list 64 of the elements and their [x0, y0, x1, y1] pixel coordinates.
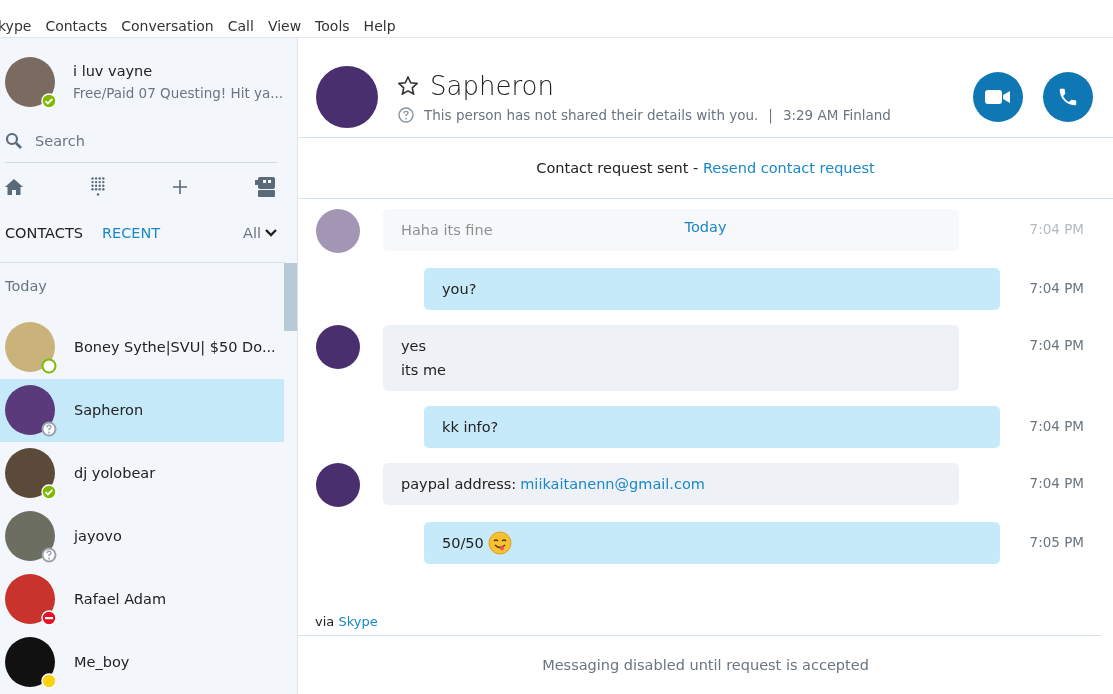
avatar: [5, 322, 55, 372]
local-time: 3:29 AM Finland: [782, 106, 891, 123]
message-bubble: you?: [424, 268, 1000, 310]
avatar: [5, 385, 55, 435]
message-bubble: 50/50: [424, 522, 1000, 564]
contact-item[interactable]: Boney Sythe|SVU| $50 Do...: [0, 316, 284, 379]
separator: |: [768, 106, 773, 123]
date-divider: Today: [684, 219, 727, 235]
message-bubble: yes its me: [383, 325, 959, 391]
avatar: [5, 574, 55, 624]
profile-name: i luv vayne: [73, 63, 154, 80]
plus-icon[interactable]: [173, 180, 187, 195]
call-button[interactable]: [1043, 71, 1093, 122]
message-time: 7:04 PM: [1029, 417, 1085, 434]
message-time: 7:04 PM: [1029, 474, 1085, 491]
messaging-disabled-notice: Messaging disabled until request is accepted: [542, 657, 869, 673]
message-time: 7:04 PM: [1029, 336, 1085, 353]
avatar: [5, 448, 55, 498]
menu-item[interactable]: Help: [363, 18, 396, 34]
question-icon: [398, 106, 414, 123]
video-camera-icon: [985, 88, 1011, 105]
message-bubble: kk info?: [424, 406, 1000, 448]
contact-item[interactable]: Sapheron: [0, 379, 284, 442]
avatar: [316, 463, 360, 507]
avatar: [5, 637, 55, 687]
search-icon: [5, 132, 23, 151]
tab[interactable]: CONTACTS: [5, 225, 83, 242]
skype-link[interactable]: Skype: [338, 614, 378, 629]
star-icon[interactable]: [398, 76, 418, 95]
menu-item[interactable]: Contacts: [45, 18, 108, 34]
email-link[interactable]: miikaitanenn@gmail.com: [520, 472, 705, 496]
menu-item[interactable]: View: [267, 18, 302, 34]
menu-item[interactable]: Tools: [315, 18, 350, 34]
contact-item[interactable]: dj yolobear: [0, 442, 284, 505]
contact-name: Sapheron: [430, 70, 554, 101]
chevron-icon: [265, 229, 277, 238]
contact-item[interactable]: Rafael Adam: [0, 568, 284, 631]
home-icon[interactable]: [5, 179, 23, 196]
avatar: [316, 325, 360, 369]
scrollbar-thumb[interactable]: [284, 263, 297, 331]
dialpad-icon[interactable]: [91, 177, 105, 198]
contact-item[interactable]: jayovo: [0, 505, 284, 568]
avatar: [5, 511, 55, 561]
avatar: [316, 209, 360, 253]
request-status: Contact request sent - Resend contact request: [536, 160, 875, 176]
message-time: 7:04 PM: [1029, 220, 1085, 237]
avatar: [5, 57, 55, 108]
menu-item[interactable]: Call: [227, 18, 254, 34]
message-time: 7:04 PM: [1029, 279, 1085, 296]
message-time: 7:05 PM: [1029, 533, 1085, 550]
menu-item[interactable]: kype: [0, 18, 32, 34]
group-header: Today: [4, 277, 48, 296]
tab[interactable]: RECENT: [101, 225, 161, 242]
menu-item[interactable]: Conversation: [121, 18, 214, 34]
via-text: via Skype: [315, 614, 378, 629]
search-field[interactable]: Search: [35, 133, 235, 150]
mood-message: Free/Paid 07 Questing! Hit ya...: [73, 85, 284, 102]
filter-dropdown[interactable]: All: [243, 225, 277, 242]
message-bubble: paypal address: miikaitanenn@gmail.com: [383, 463, 959, 505]
resend-link[interactable]: Resend contact request: [702, 160, 875, 176]
video-call-button[interactable]: [973, 71, 1023, 122]
contact-item[interactable]: Me_boy: [0, 631, 284, 694]
robot-icon[interactable]: [255, 177, 277, 198]
details-text: This person has not shared their details with you.: [424, 106, 759, 123]
